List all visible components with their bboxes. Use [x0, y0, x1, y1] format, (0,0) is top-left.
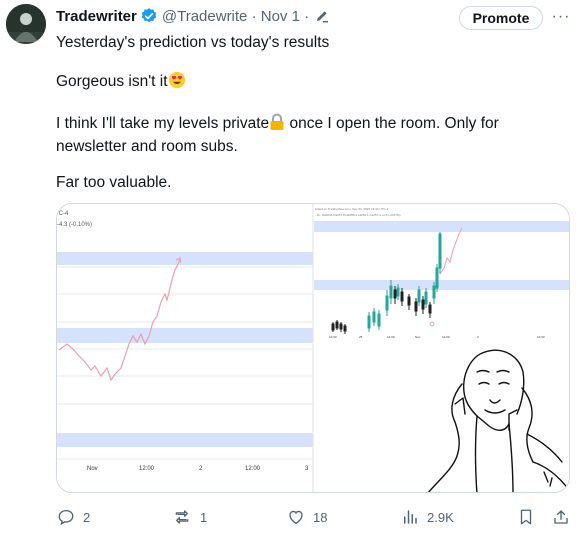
tweet-text-line-3: I think I'll take my levels private once… [56, 113, 526, 157]
left-tick-1: 12:00 [139, 466, 155, 472]
author-handle-and-date[interactable]: @Tradewrite · Nov 1 · [162, 8, 309, 25]
bookmark-button[interactable] [518, 506, 534, 528]
repost-count: 1 [200, 509, 208, 525]
tweet-media-image[interactable]: /C-4 -4.3 (-0.10%) Nov 12:00 2 12:00 3 l… [56, 203, 570, 493]
more-options-icon[interactable]: ··· [551, 8, 571, 26]
heart-eyes-emoji-icon [168, 71, 186, 95]
tweet-header: Tradewriter @Tradewrite · Nov 1 · [56, 6, 330, 26]
heart-icon [289, 510, 303, 525]
reply-button[interactable]: 2 [57, 506, 90, 528]
view-count: 2.9K [427, 509, 454, 525]
resistance-band [57, 252, 313, 265]
left-tick-3: 12:00 [245, 466, 261, 472]
right-chart: lished on TradingView.com, Nov 01, 2023 … [314, 204, 569, 341]
right-tick-6: 12:00 [537, 335, 545, 339]
like-button[interactable]: 18 [287, 506, 327, 528]
right-lower-band [314, 280, 569, 290]
right-tick-1: 25 [359, 335, 363, 339]
views-button[interactable]: 2.9K [401, 506, 454, 528]
tweet-text-line-2: Gorgeous isn't it [56, 71, 186, 95]
tweet-text-line-4: Far too valuable. [56, 174, 172, 191]
right-chart-subheader: - 1h, OANDA O4257.8 H4258.4 L4252.1 C425… [315, 213, 401, 217]
reply-icon [58, 509, 74, 526]
meme-face-drawing [314, 342, 569, 492]
tweet-text-levels: I think I'll take my levels private [56, 115, 270, 132]
avatar-image [6, 4, 46, 44]
right-tick-2: 12:00 [387, 335, 395, 339]
left-chart-change: -4.3 (-0.10%) [57, 222, 92, 228]
bookmark-icon [520, 509, 532, 525]
verified-badge-icon [140, 7, 158, 25]
right-tick-3: Nov [415, 335, 421, 339]
mid-band [57, 328, 313, 343]
media-collage: /C-4 -4.3 (-0.10%) Nov 12:00 2 12:00 3 l… [57, 204, 569, 492]
author-name[interactable]: Tradewriter [56, 8, 137, 25]
promote-button[interactable]: Promote [459, 6, 543, 30]
left-tick-0: Nov [87, 466, 98, 472]
share-icon [554, 510, 568, 524]
right-tick-0: 12:00 [329, 335, 337, 339]
edit-pencil-icon[interactable] [314, 8, 330, 24]
right-tick-4: 12:00 [442, 335, 450, 339]
left-chart: /C-4 -4.3 (-0.10%) Nov 12:00 2 12:00 3 [57, 204, 314, 492]
share-button[interactable] [552, 506, 570, 528]
analytics-bar-icon [404, 510, 417, 524]
right-chart-header: lished on TradingView.com, Nov 01, 2023 … [315, 207, 388, 211]
lock-emoji-icon [269, 113, 285, 137]
author-avatar[interactable] [6, 4, 46, 44]
left-chart-symbol: /C-4 [57, 211, 69, 217]
repost-button[interactable]: 1 [172, 506, 207, 528]
tweet-text-line-1: Yesterday's prediction vs today's result… [56, 34, 330, 51]
reply-count: 2 [83, 509, 91, 525]
repost-icon [175, 510, 189, 524]
right-upper-band [314, 221, 569, 232]
tweet-action-bar: 2 1 18 2.9K [0, 506, 584, 528]
tweet-text-gorgeous: Gorgeous isn't it [56, 73, 168, 90]
support-band [57, 433, 313, 447]
like-count: 18 [313, 509, 328, 525]
